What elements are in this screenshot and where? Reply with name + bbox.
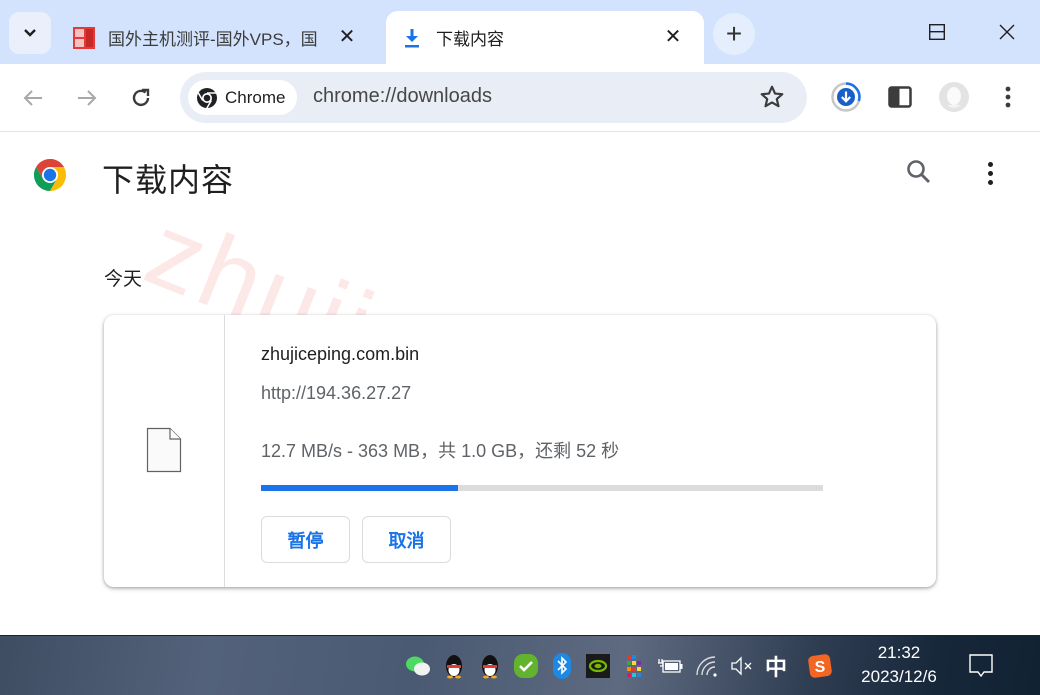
menu-dot: [987, 179, 993, 185]
search-icon: [907, 160, 930, 183]
tab-title: 下载内容: [436, 30, 504, 49]
qq-icon[interactable]: [441, 653, 467, 679]
maximize-button[interactable]: [912, 14, 962, 50]
system-clock[interactable]: 21:32 2023/12/6: [850, 641, 948, 689]
ime-chinese-icon[interactable]: 中: [763, 653, 789, 680]
browser-titlebar: 国外主机测评-国外VPS，国 ✕ 下载内容 ✕ +: [0, 0, 1040, 64]
chrome-security-chip[interactable]: Chrome: [188, 80, 298, 115]
qq-icon[interactable]: [477, 653, 503, 679]
chrome-menu-button[interactable]: [990, 79, 1026, 115]
address-bar[interactable]: Chrome chrome://downloads: [180, 72, 807, 123]
tab-zhujiceping[interactable]: 国外主机测评-国外VPS，国 ✕: [60, 11, 378, 64]
bookmark-button[interactable]: [759, 84, 785, 115]
back-icon: [23, 90, 42, 106]
chip-label: Chrome: [225, 87, 286, 107]
file-name-link[interactable]: zhujiceping.com.bin: [261, 344, 419, 365]
svg-text:S: S: [815, 659, 826, 676]
profile-avatar: [939, 82, 969, 112]
color-grid-icon[interactable]: [621, 653, 647, 679]
windows-taskbar: 中 S 21:32 2023/12/6: [0, 635, 1040, 695]
new-tab-button[interactable]: +: [713, 13, 755, 55]
battery-charging-icon[interactable]: [657, 653, 683, 679]
reload-icon: [132, 88, 150, 107]
download-item-card: zhujiceping.com.bin http://194.36.27.27 …: [104, 315, 936, 587]
side-panel-button[interactable]: [882, 79, 918, 115]
bookmark-star-icon: [760, 85, 784, 108]
tab-search-button[interactable]: [9, 12, 51, 54]
close-icon: [999, 24, 1015, 40]
security-check-icon[interactable]: [513, 653, 539, 679]
clock-date: 2023/12/6: [861, 667, 937, 686]
url-text[interactable]: chrome://downloads: [313, 85, 492, 108]
maximize-icon: [929, 24, 945, 40]
download-progress-icon: [831, 82, 861, 112]
download-progress-bar: [261, 485, 823, 491]
pause-button[interactable]: 暂停: [261, 516, 350, 563]
nvidia-icon[interactable]: [585, 653, 611, 679]
source-url-link[interactable]: http://194.36.27.27: [261, 383, 411, 404]
sogou-input-icon[interactable]: S: [807, 653, 833, 679]
tab-downloads[interactable]: 下载内容 ✕: [386, 11, 704, 64]
site-seal-favicon: [72, 26, 96, 50]
download-status: 12.7 MB/s - 363 MB，共 1.0 GB，还剩 52 秒: [261, 441, 620, 461]
browser-toolbar: Chrome chrome://downloads: [0, 64, 1040, 132]
menu-icon: [1005, 86, 1011, 108]
back-button[interactable]: [13, 78, 53, 118]
more-actions-button[interactable]: [976, 159, 1004, 187]
file-icon-column: [104, 315, 225, 587]
date-header: 今天: [104, 269, 143, 290]
forward-button[interactable]: [67, 78, 107, 118]
file-icon: [146, 427, 182, 478]
profile-button[interactable]: [936, 79, 972, 115]
clock-time: 21:32: [877, 643, 921, 662]
close-window-button[interactable]: [982, 14, 1032, 50]
menu-dot: [987, 161, 993, 167]
chrome-icon: [197, 87, 217, 109]
notification-center-button[interactable]: [968, 653, 994, 684]
search-downloads-button[interactable]: [906, 159, 932, 190]
bluetooth-icon[interactable]: [549, 653, 575, 679]
reload-button[interactable]: [121, 78, 161, 118]
chrome-logo-icon: [32, 157, 68, 198]
plus-icon: +: [725, 18, 743, 49]
cancel-button[interactable]: 取消: [362, 516, 451, 563]
volume-muted-icon[interactable]: [729, 653, 755, 679]
download-icon: [400, 26, 424, 50]
tab-title: 国外主机测评-国外VPS，国: [108, 30, 318, 49]
wechat-icon[interactable]: [405, 653, 431, 679]
downloads-page: zhujiceping.com 下载内容 今天 zhujiceping.com.…: [0, 133, 1040, 635]
page-title: 下载内容: [102, 162, 235, 198]
wifi-icon[interactable]: [695, 653, 721, 679]
side-panel-icon: [888, 86, 912, 108]
downloads-button[interactable]: [828, 79, 864, 115]
chevron-down-icon: [24, 29, 36, 37]
menu-dot: [987, 170, 993, 176]
progress-fill: [261, 485, 458, 491]
close-tab-icon[interactable]: ✕: [334, 23, 360, 49]
notification-icon: [969, 654, 993, 678]
forward-icon: [78, 90, 97, 106]
close-tab-icon[interactable]: ✕: [660, 23, 686, 49]
